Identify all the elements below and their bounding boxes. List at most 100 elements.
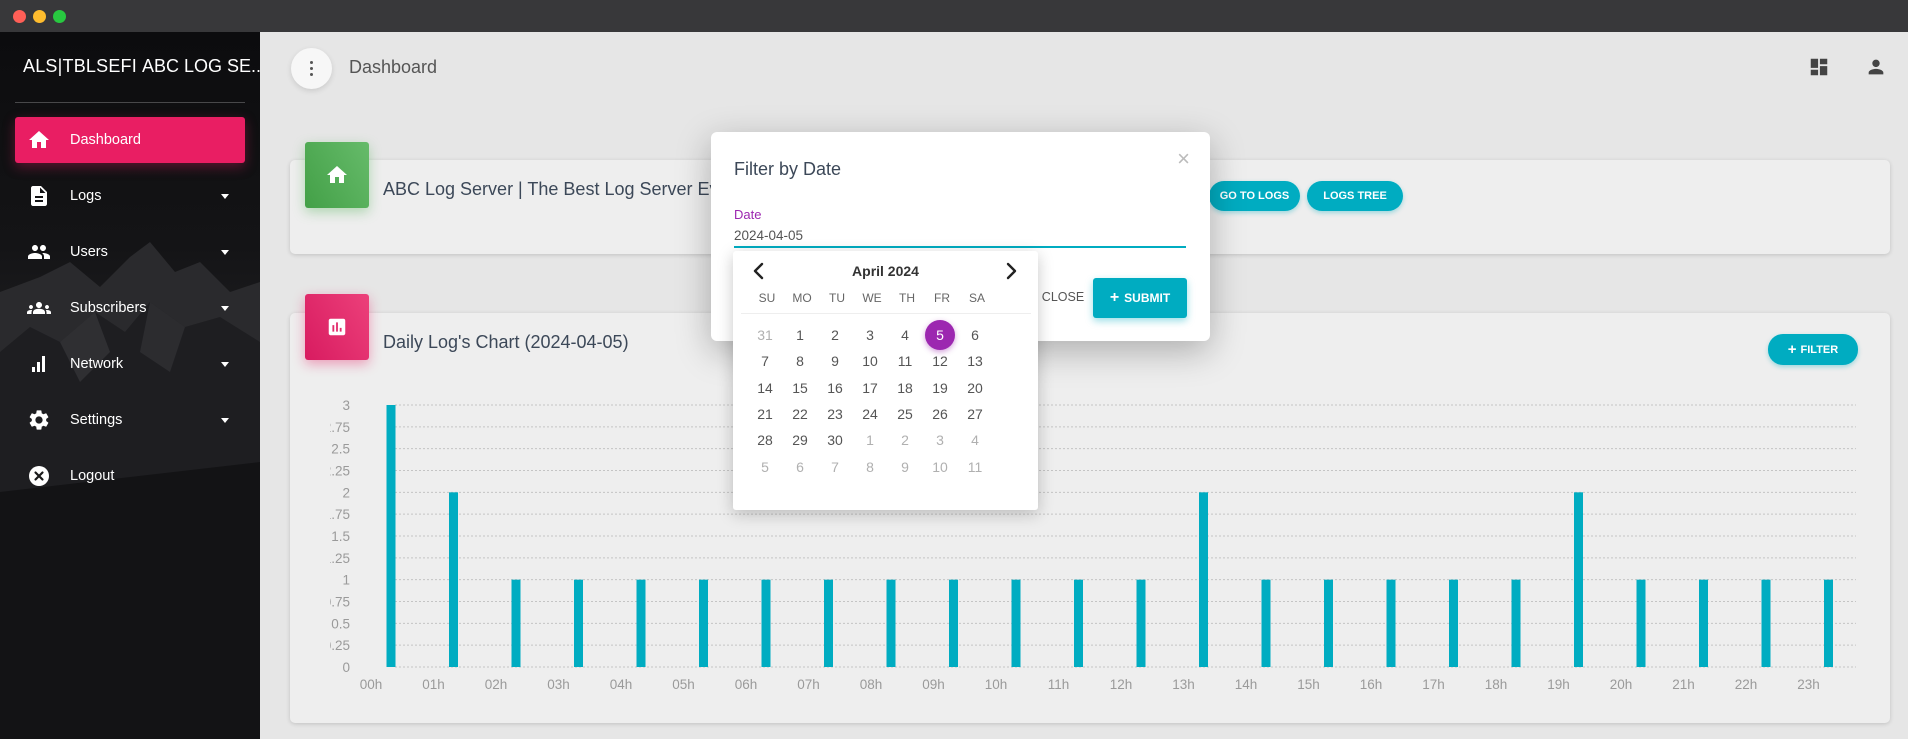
sidebar-item-label: Settings bbox=[70, 412, 123, 428]
calendar-day[interactable]: 9 bbox=[890, 452, 920, 482]
sidebar-item-subscribers[interactable]: Subscribers bbox=[15, 285, 245, 331]
sidebar-divider bbox=[15, 102, 245, 103]
date-picker-calendar: April 2024 SU MO TU WE TH FR SA 31 1 2 3 4 5 6 7 8 9 10 11… bbox=[733, 251, 1038, 510]
chart-bar[interactable] bbox=[636, 579, 646, 667]
chevron-down-icon bbox=[221, 306, 229, 311]
chevron-right-icon[interactable] bbox=[999, 259, 1023, 283]
sidebar-item-logout[interactable]: Logout bbox=[15, 453, 245, 499]
dashboard-grid-icon[interactable] bbox=[1808, 56, 1830, 78]
x-tick-label: 14h bbox=[1235, 677, 1258, 692]
chart-bar[interactable] bbox=[886, 579, 896, 667]
close-icon[interactable]: × bbox=[1177, 146, 1190, 172]
chart-icon bbox=[328, 318, 346, 336]
window-zoom-button[interactable] bbox=[53, 10, 66, 23]
chevron-down-icon bbox=[221, 194, 229, 199]
filter-button-label: FILTER bbox=[1800, 343, 1839, 356]
chart-bar[interactable] bbox=[1449, 579, 1458, 667]
date-input[interactable] bbox=[734, 224, 1186, 248]
person-icon[interactable] bbox=[1865, 56, 1887, 78]
chart-bar[interactable] bbox=[1636, 579, 1646, 667]
chart-bar[interactable] bbox=[1824, 579, 1833, 667]
calendar-divider bbox=[741, 313, 1031, 314]
x-tick-label: 02h bbox=[485, 677, 508, 692]
calendar-day[interactable]: 10 bbox=[925, 452, 955, 482]
y-tick-label: 2.75 bbox=[330, 420, 350, 435]
weekday-header: SA bbox=[968, 291, 985, 305]
calendar-day[interactable]: 7 bbox=[820, 452, 850, 482]
modal-close-button[interactable]: CLOSE bbox=[1033, 277, 1093, 317]
sidebar-item-label: Subscribers bbox=[70, 300, 147, 316]
sidebar-item-users[interactable]: Users bbox=[15, 229, 245, 275]
groups-icon bbox=[27, 302, 51, 314]
chart-bar[interactable] bbox=[1386, 579, 1396, 667]
chart-bar[interactable] bbox=[1261, 579, 1271, 667]
chart-bar[interactable] bbox=[1511, 579, 1521, 667]
window-close-button[interactable] bbox=[13, 10, 26, 23]
x-tick-label: 23h bbox=[1797, 677, 1820, 692]
chevron-down-icon bbox=[221, 250, 229, 255]
y-tick-label: 2 bbox=[342, 485, 350, 500]
calendar-day[interactable]: 11 bbox=[960, 452, 990, 482]
gear-icon bbox=[29, 410, 49, 430]
y-tick-label: 1.75 bbox=[330, 507, 350, 522]
chart-bar[interactable] bbox=[449, 492, 458, 667]
x-tick-label: 13h bbox=[1172, 677, 1195, 692]
chart-bar[interactable] bbox=[699, 579, 708, 667]
submit-button[interactable]: + SUBMIT bbox=[1093, 278, 1187, 318]
plus-icon: + bbox=[1109, 289, 1120, 306]
y-tick-label: 0.5 bbox=[331, 616, 350, 631]
y-tick-label: 2.25 bbox=[330, 464, 350, 479]
sidebar-item-logs[interactable]: Logs bbox=[15, 173, 245, 219]
chart-bar[interactable] bbox=[1324, 579, 1333, 667]
date-field-label: Date bbox=[734, 207, 762, 222]
go-to-logs-button[interactable]: GO TO LOGS bbox=[1209, 181, 1300, 211]
chart-bar[interactable] bbox=[824, 579, 833, 667]
sidebar-item-settings[interactable]: Settings bbox=[15, 397, 245, 443]
x-tick-label: 04h bbox=[610, 677, 633, 692]
calendar-day[interactable]: 8 bbox=[855, 452, 885, 482]
chart-bar[interactable] bbox=[511, 579, 521, 667]
chart-bar[interactable] bbox=[1199, 492, 1208, 667]
chart-bar[interactable] bbox=[574, 579, 583, 667]
page-title: Dashboard bbox=[349, 57, 438, 77]
x-tick-label: 00h bbox=[360, 677, 383, 692]
x-tick-label: 21h bbox=[1672, 677, 1695, 692]
chart-bar[interactable] bbox=[1574, 492, 1583, 667]
chart-bar[interactable] bbox=[1136, 579, 1146, 667]
calendar-month-label: April 2024 bbox=[852, 263, 919, 279]
home-icon bbox=[29, 131, 49, 148]
x-tick-label: 01h bbox=[422, 677, 445, 692]
x-tick-label: 10h bbox=[985, 677, 1008, 692]
calendar-day[interactable]: 5 bbox=[750, 452, 780, 482]
filter-button[interactable]: + FILTER bbox=[1768, 334, 1858, 365]
plus-icon: + bbox=[1787, 341, 1797, 358]
chart-bar[interactable] bbox=[949, 579, 958, 667]
x-tick-label: 05h bbox=[672, 677, 695, 692]
y-tick-label: 2.5 bbox=[331, 442, 350, 457]
sidebar-item-label: Logs bbox=[70, 188, 102, 204]
sidebar-item-dashboard[interactable]: Dashboard bbox=[15, 117, 245, 163]
y-tick-label: 1.5 bbox=[331, 529, 350, 544]
chart-bar[interactable] bbox=[1074, 579, 1083, 667]
y-tick-label: 0 bbox=[342, 660, 350, 675]
window-titlebar bbox=[0, 0, 1908, 32]
x-tick-label: 03h bbox=[547, 677, 570, 692]
logs-tree-button[interactable]: LOGS TREE bbox=[1307, 181, 1403, 211]
x-tick-label: 07h bbox=[797, 677, 820, 692]
more-menu-button[interactable] bbox=[291, 48, 332, 89]
sidebar-item-network[interactable]: Network bbox=[15, 341, 245, 387]
brand-mini-logo: ALS|TBLSEFI bbox=[23, 56, 137, 76]
sidebar-brand[interactable]: ALS|TBLSEFI ABC LOG SE... bbox=[0, 32, 260, 102]
sidebar: ALS|TBLSEFI ABC LOG SE... Dashboard Logs… bbox=[0, 32, 260, 739]
window-minimize-button[interactable] bbox=[33, 10, 46, 23]
chart-bar[interactable] bbox=[386, 405, 396, 667]
x-tick-label: 19h bbox=[1547, 677, 1570, 692]
chart-bar[interactable] bbox=[1011, 579, 1021, 667]
chart-bar[interactable] bbox=[1761, 579, 1771, 667]
x-tick-label: 22h bbox=[1735, 677, 1758, 692]
chart-bar[interactable] bbox=[1699, 579, 1708, 667]
calendar-day[interactable]: 6 bbox=[785, 452, 815, 482]
x-tick-label: 06h bbox=[735, 677, 758, 692]
bar-signal-icon bbox=[32, 356, 45, 372]
chart-bar[interactable] bbox=[761, 579, 771, 667]
